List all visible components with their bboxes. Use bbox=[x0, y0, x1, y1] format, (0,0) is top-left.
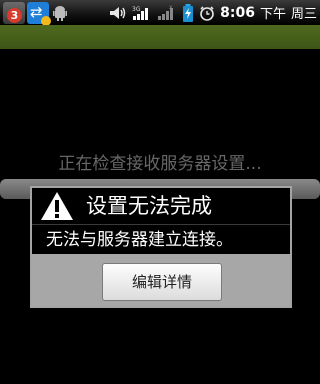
dialog-title: 设置无法完成 bbox=[86, 194, 212, 218]
notification-icons: 3 ⇄ bbox=[3, 1, 69, 26]
battery-charging-icon bbox=[182, 3, 194, 22]
dialog-message: 无法与服务器建立连接。 bbox=[46, 230, 233, 250]
signal-3g-icon: 3G bbox=[132, 5, 152, 21]
system-icons: 3G x 8:06 下午 周三 bbox=[109, 0, 317, 25]
app-title-bar bbox=[0, 25, 320, 49]
email-count-badge: 3 bbox=[7, 8, 22, 23]
volume-icon bbox=[109, 5, 127, 21]
clock-weekday: 周三 bbox=[290, 7, 317, 22]
clock-time: 8:06 bbox=[220, 4, 255, 21]
svg-text:x: x bbox=[169, 5, 173, 11]
dialog-button-bar: 编辑详情 bbox=[32, 254, 290, 306]
progress-message: 正在检查接收服务器设置... bbox=[58, 154, 262, 174]
edit-details-button[interactable]: 编辑详情 bbox=[102, 263, 222, 301]
network-type-label: 3G bbox=[132, 6, 141, 13]
alert-icon bbox=[41, 192, 73, 220]
android-debug-icon bbox=[51, 2, 69, 24]
error-dialog: 设置无法完成 无法与服务器建立连接。 编辑详情 bbox=[30, 186, 292, 308]
clock-ampm: 下午 bbox=[259, 7, 286, 22]
dialog-header: 设置无法完成 bbox=[32, 188, 290, 225]
signal-weak-icon: x bbox=[157, 5, 177, 21]
email-icon: 3 bbox=[3, 2, 25, 24]
alarm-icon bbox=[199, 5, 215, 21]
sync-icon: ⇄ bbox=[27, 2, 51, 26]
status-bar[interactable]: 3 ⇄ 3G x 8:06 下午 周三 bbox=[0, 0, 320, 26]
